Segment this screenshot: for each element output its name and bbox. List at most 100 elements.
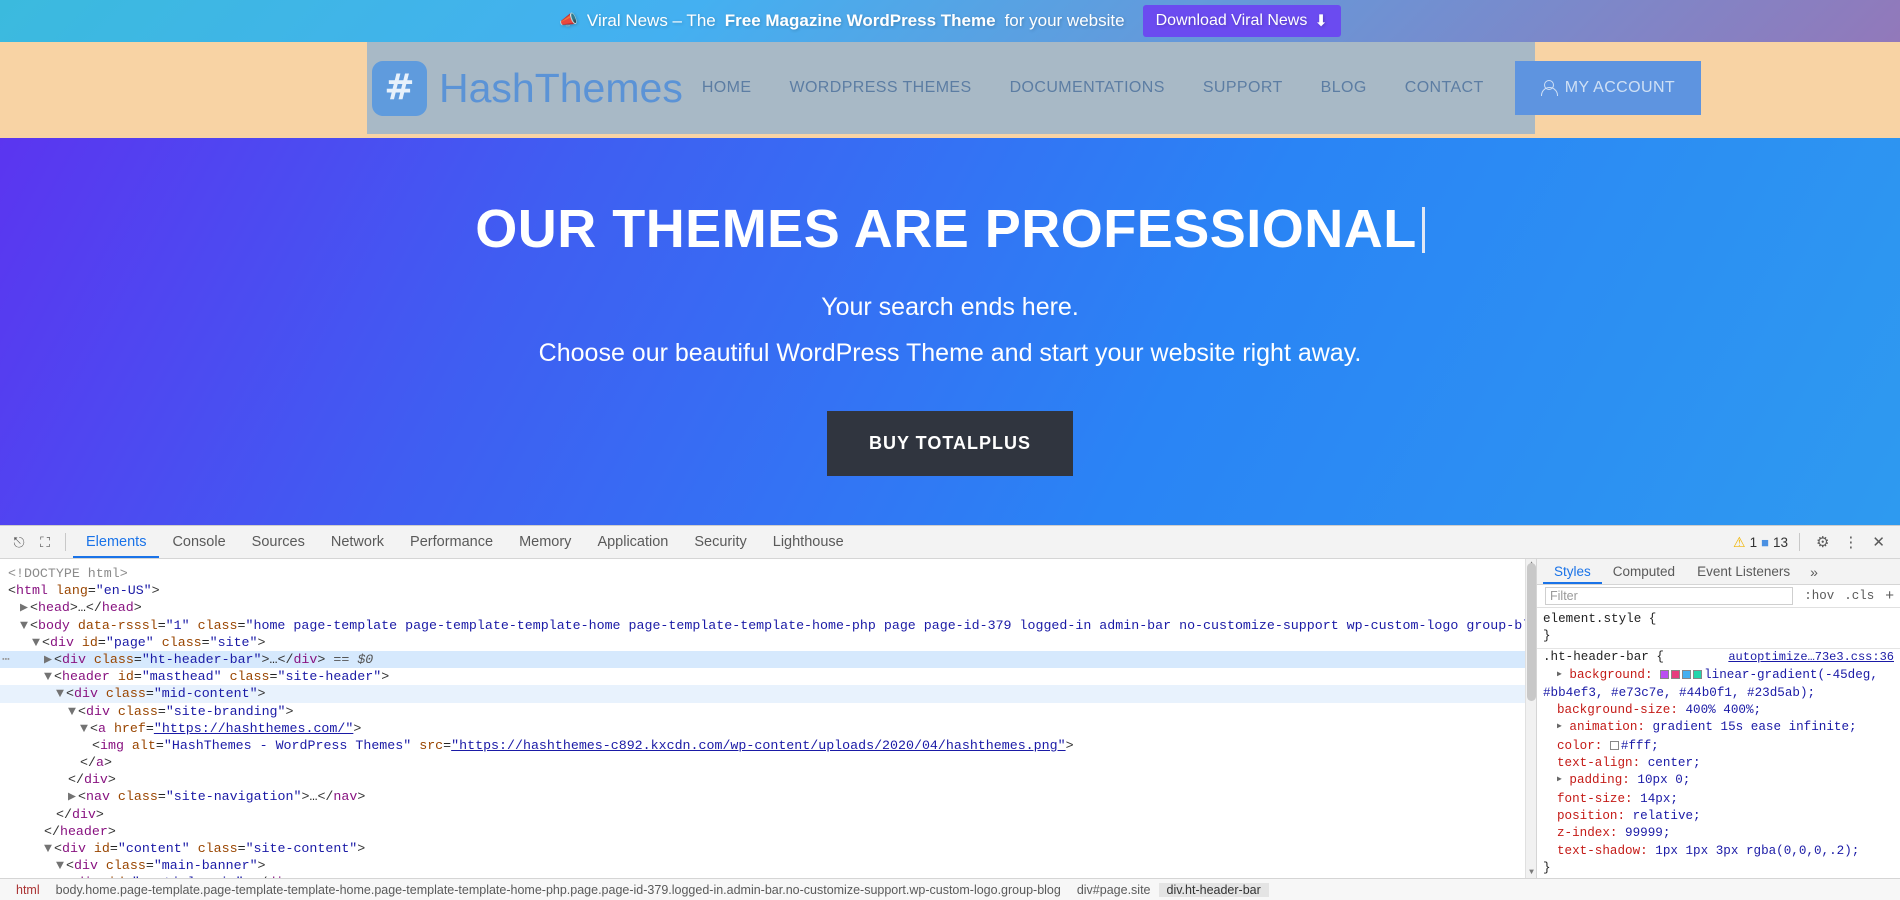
style-declaration[interactable]: ▶ background: linear-gradient(-45deg, #b…	[1543, 667, 1894, 703]
tab-application[interactable]: Application	[584, 526, 681, 558]
styles-pane: Styles Computed Event Listeners » Filter…	[1537, 559, 1900, 878]
nav-item-wordpress-themes[interactable]: WORDPRESS THEMES	[770, 42, 990, 134]
dom-tree-line[interactable]: ▼ <header id="masthead" class="site-heade…	[0, 668, 1536, 685]
warning-triangle-icon: ⚠	[1733, 533, 1746, 550]
person-icon	[1540, 79, 1558, 97]
style-declaration[interactable]: background-size: 400% 400%;	[1543, 702, 1894, 719]
dom-tree-scrollbar[interactable]: ▲ ▼	[1525, 559, 1536, 878]
style-declaration[interactable]: text-align: center;	[1543, 755, 1894, 772]
dom-tree-line[interactable]: ▼ <body data-rsssl="1" class="home page-t…	[0, 617, 1536, 634]
breadcrumb-item[interactable]: body.home.page-template.page-template-te…	[48, 883, 1069, 897]
new-style-rule-button[interactable]: +	[1879, 587, 1900, 604]
more-options-icon[interactable]: ⋮	[1838, 533, 1863, 551]
breadcrumb-item[interactable]: html	[8, 883, 48, 897]
devtools-panel: ⎋ ⛶ Elements Console Sources Network Per…	[0, 525, 1900, 900]
tab-sources[interactable]: Sources	[239, 526, 318, 558]
site-header: # HashThemes HOME WORDPRESS THEMES DOCUM…	[0, 42, 1900, 138]
nav-item-blog[interactable]: BLOG	[1302, 42, 1386, 134]
toolbar-divider	[65, 533, 66, 551]
breadcrumb-item[interactable]: div.ht-header-bar	[1158, 882, 1269, 897]
dom-tree-line[interactable]: ▶ <nav class="site-navigation">…</nav>	[0, 788, 1536, 805]
styles-rules-list[interactable]: element.style {} autoptimize…73e3.css:36.…	[1537, 608, 1900, 878]
style-declaration[interactable]: ▶ padding: 10px 0;	[1543, 772, 1894, 790]
style-declaration[interactable]: color: #fff;	[1543, 738, 1894, 755]
dom-tree-line[interactable]: ▼ <div class="mid-content">	[0, 685, 1536, 703]
tab-elements[interactable]: Elements	[73, 526, 159, 558]
dom-tree-line[interactable]: </div>	[0, 806, 1536, 823]
site-branding[interactable]: # HashThemes	[372, 60, 683, 116]
warning-count-chip[interactable]: ⚠ 1	[1733, 534, 1757, 551]
tab-lighthouse[interactable]: Lighthouse	[760, 526, 857, 558]
hero-subtitle-2: Choose our beautiful WordPress Theme and…	[538, 339, 1362, 367]
styles-tab-computed[interactable]: Computed	[1602, 559, 1686, 584]
warning-count: 1	[1749, 534, 1758, 550]
my-account-label: MY ACCOUNT	[1564, 79, 1676, 96]
style-rule-close: }	[1543, 629, 1551, 643]
scrollbar-thumb[interactable]	[1527, 563, 1536, 701]
style-declaration[interactable]: z-index: 99999;	[1543, 825, 1894, 842]
gear-icon[interactable]: ⚙	[1811, 533, 1834, 551]
dom-tree-line[interactable]: <!DOCTYPE html>	[0, 565, 1536, 582]
inspect-element-icon[interactable]: ⎋	[6, 530, 32, 554]
dom-tree-line[interactable]: ▼ <a href="https://hashthemes.com/">	[0, 720, 1536, 737]
tab-performance[interactable]: Performance	[397, 526, 506, 558]
download-button-label: Download Viral News	[1155, 12, 1308, 29]
dom-tree-line[interactable]: ▶ <head>…</head>	[0, 599, 1536, 616]
dom-tree-line[interactable]: ▼ <div id="page" class="site">	[0, 634, 1536, 651]
megaphone-icon: 📣	[559, 12, 578, 29]
site-logo-text: HashThemes	[439, 64, 683, 111]
style-declaration[interactable]: position: relative;	[1543, 808, 1894, 825]
cls-toggle[interactable]: .cls	[1839, 589, 1879, 603]
nav-item-contact[interactable]: CONTACT	[1386, 42, 1503, 134]
mid-content-highlight: # HashThemes HOME WORDPRESS THEMES DOCUM…	[367, 42, 1702, 134]
styles-tab-styles[interactable]: Styles	[1543, 559, 1602, 584]
tab-console[interactable]: Console	[159, 526, 238, 558]
dom-tree-line[interactable]: </header>	[0, 823, 1536, 840]
dom-tree-line[interactable]: ▼ <div class="site-branding">	[0, 703, 1536, 720]
styles-filter-input[interactable]: Filter	[1545, 586, 1794, 605]
buy-totalplus-button[interactable]: BUY TOTALPLUS	[826, 411, 1073, 476]
dom-tree-line[interactable]: <img alt="HashThemes - WordPress Themes"…	[0, 737, 1536, 754]
hero-title: OUR THEMES ARE PROFESSIONAL	[475, 198, 1425, 260]
dom-tree-line[interactable]: </div>	[0, 771, 1536, 788]
close-icon[interactable]: ✕	[1867, 533, 1890, 551]
breadcrumb-item[interactable]: div#page.site	[1069, 883, 1159, 897]
styles-tab-event-listeners[interactable]: Event Listeners	[1686, 559, 1801, 584]
device-toolbar-icon[interactable]: ⛶	[32, 530, 58, 554]
tab-network[interactable]: Network	[318, 526, 397, 558]
download-viral-news-button[interactable]: Download Viral News ⬇	[1142, 5, 1341, 37]
style-source-link[interactable]: autoptimize…73e3.css:36	[1728, 649, 1894, 666]
toolbar-divider-2	[1798, 533, 1800, 551]
devtools-tabs: Elements Console Sources Network Perform…	[73, 526, 857, 558]
hov-toggle[interactable]: :hov	[1799, 589, 1839, 603]
style-declaration[interactable]: font-size: 14px;	[1543, 791, 1894, 808]
styles-tabs-overflow-icon[interactable]: »	[1801, 564, 1827, 580]
style-selector: .ht-header-bar {	[1543, 650, 1664, 665]
dom-tree-line[interactable]: <div id="particles-js"></div>	[0, 874, 1536, 878]
nav-item-documentations[interactable]: DOCUMENTATIONS	[991, 42, 1184, 134]
browser-page-viewport: 📣 Viral News – The Free Magazine WordPre…	[0, 0, 1900, 525]
style-declaration[interactable]: text-shadow: 1px 1px 3px rgba(0,0,0,.2);	[1543, 843, 1894, 860]
hash-logo-icon: #	[372, 60, 427, 116]
message-count-chip[interactable]: ■ 13	[1761, 535, 1788, 550]
dom-tree-pane[interactable]: <!DOCTYPE html> <html lang="en-US"> ▶ <head…	[0, 559, 1537, 878]
promo-text-strong: Free Magazine WordPress Theme	[724, 11, 996, 30]
tab-security[interactable]: Security	[681, 526, 759, 558]
dom-tree-line[interactable]: ⋯ ▶ <div class="ht-header-bar">…</div> == …	[0, 650, 1536, 669]
scroll-down-arrow[interactable]: ▼	[1526, 867, 1536, 878]
tab-memory[interactable]: Memory	[506, 526, 584, 558]
dom-tree-line[interactable]: ▼ <div id="content" class="site-content">	[0, 840, 1536, 857]
hero-banner: OUR THEMES ARE PROFESSIONAL Your search …	[0, 138, 1900, 525]
dom-tree-line[interactable]: <html lang="en-US">	[0, 582, 1536, 599]
typing-caret	[1421, 207, 1425, 253]
style-declaration[interactable]: ▶ animation: gradient 15s ease infinite;	[1543, 719, 1894, 737]
style-rule[interactable]: autoptimize…73e3.css:36 .ht-header-bar { ▶…	[1537, 649, 1900, 878]
my-account-button[interactable]: MY ACCOUNT	[1514, 61, 1702, 115]
promo-text-before: Viral News – The	[586, 11, 716, 30]
dom-tree-line[interactable]: ▼ <div class="main-banner">	[0, 857, 1536, 874]
nav-item-home[interactable]: HOME	[683, 42, 771, 134]
style-rule[interactable]: element.style {}	[1537, 611, 1900, 650]
message-icon: ■	[1761, 534, 1769, 550]
dom-tree-line[interactable]: </a>	[0, 754, 1536, 771]
nav-item-support[interactable]: SUPPORT	[1184, 42, 1302, 134]
